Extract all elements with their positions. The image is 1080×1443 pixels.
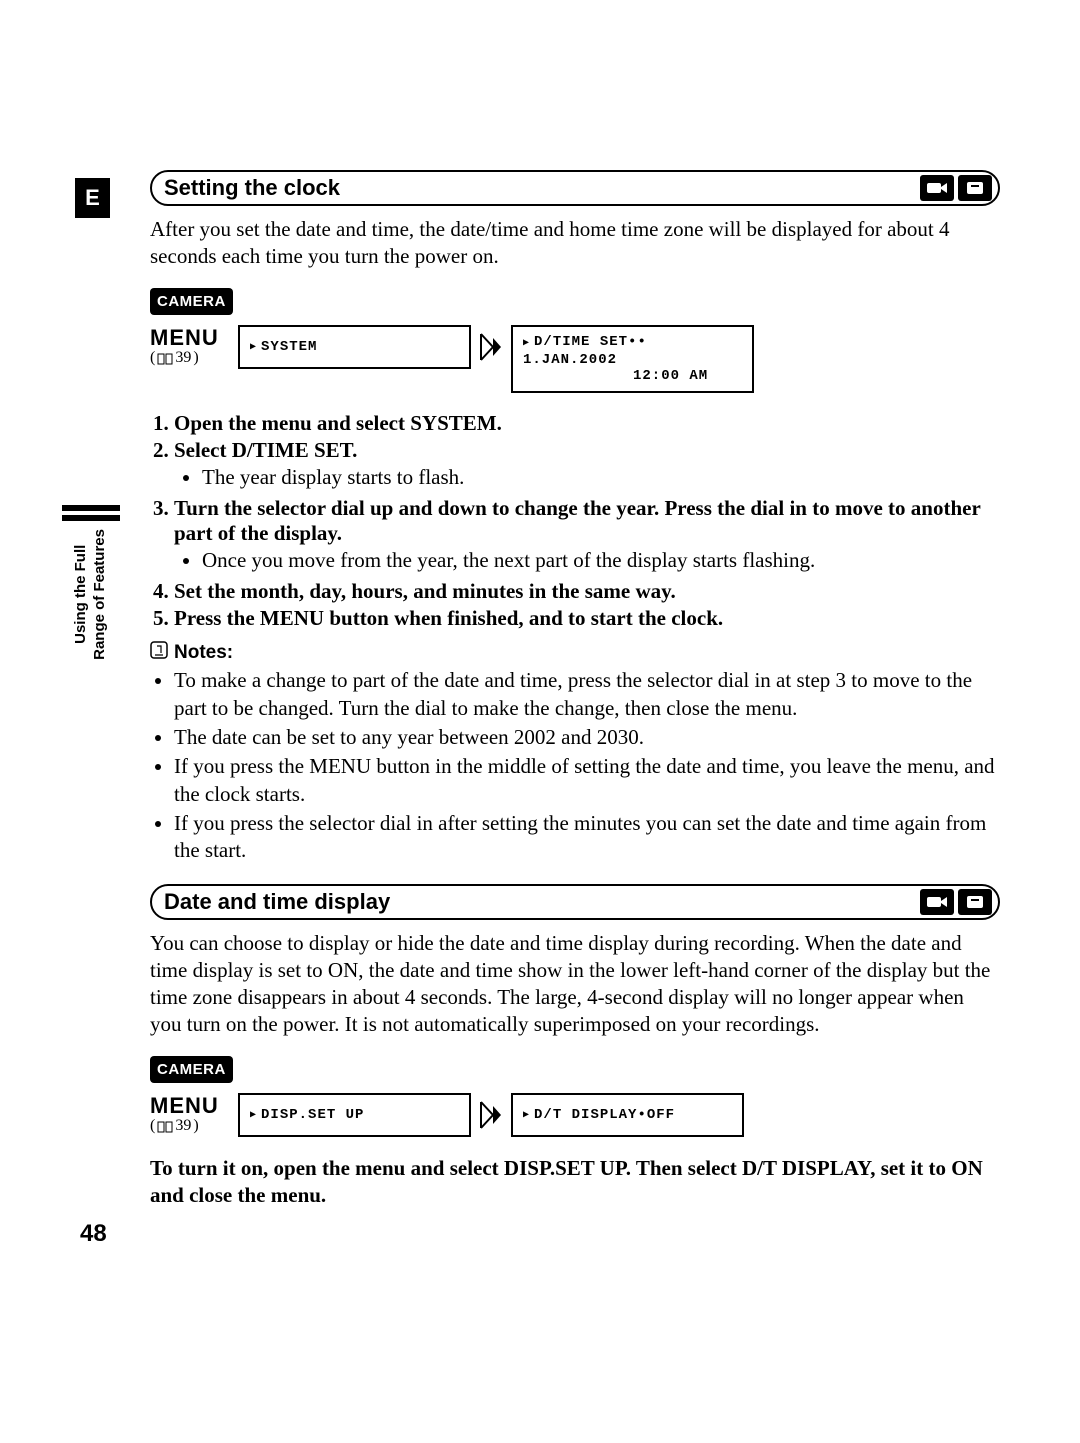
menu-box-text: SYSTEM: [261, 339, 317, 355]
steps-list: Open the menu and select SYSTEM. Select …: [150, 411, 1000, 631]
step-3: Turn the selector dial up and down to ch…: [174, 496, 980, 545]
note-4: If you press the selector dial in after …: [174, 810, 1000, 865]
menu-box-text: DISP.SET UP: [261, 1107, 364, 1123]
menu-label-block: MENU ( 39): [150, 325, 230, 367]
side-bar: [62, 515, 120, 521]
menu-box2-line2: 12:00 AM: [523, 367, 708, 385]
section2-intro: You can choose to display or hide the da…: [150, 930, 1000, 1038]
menu-box-dispsetup: ▶ DISP.SET UP: [238, 1093, 471, 1137]
menu-arrow: [479, 1093, 503, 1137]
triangle-icon: ▶: [250, 1109, 257, 1121]
mode-icons: [920, 889, 992, 915]
menu-box-text: D/T DISPLAY•OFF: [534, 1107, 675, 1123]
notes-label: Notes:: [174, 642, 233, 664]
page-number: 48: [80, 1220, 107, 1248]
side-text-line1: Using the Full: [72, 545, 89, 644]
menu-box-system: ▶ SYSTEM: [238, 325, 471, 369]
menu-arrow: [479, 325, 503, 369]
menu-box-dtime: ▶D/TIME SET•• 1.JAN.2002 12:00 AM: [511, 325, 754, 394]
final-instruction: To turn it on, open the menu and select …: [150, 1155, 1000, 1209]
step-3-bullet: Once you move from the year, the next pa…: [202, 548, 1000, 573]
triangle-icon: ▶: [523, 1109, 530, 1121]
triangle-icon: ▶: [523, 338, 530, 349]
step-2-bullet: The year display starts to flash.: [202, 465, 1000, 490]
notes-list: To make a change to part of the date and…: [150, 667, 1000, 864]
menu-ref: ( 39): [150, 1117, 199, 1135]
section-title: Setting the clock: [164, 175, 920, 201]
menu-ref-page: 39: [175, 1117, 191, 1135]
menu-box-dtdisplay: ▶ D/T DISPLAY•OFF: [511, 1093, 744, 1137]
side-text-line2: Range of Features: [91, 529, 108, 660]
camera-mode-icon: [920, 889, 954, 915]
menu-ref-page: 39: [175, 349, 191, 367]
camera-tag: CAMERA: [150, 288, 233, 315]
card-mode-icon: [958, 889, 992, 915]
book-icon: [157, 1120, 173, 1132]
side-text: Using the Full Range of Features: [72, 529, 110, 660]
menu-ref: ( 39): [150, 349, 199, 367]
camera-mode-icon: [920, 175, 954, 201]
menu-row-1: MENU ( 39) ▶SYSTEM ▶D/TIME SET•• 1.JAN.2…: [150, 325, 1000, 394]
notes-header: Notes:: [150, 641, 1000, 665]
step-1: Open the menu and select SYSTEM.: [174, 411, 502, 435]
section-title-2: Date and time display: [164, 889, 920, 915]
mode-icons: [920, 175, 992, 201]
menu-label: MENU: [150, 1093, 219, 1119]
note-1: To make a change to part of the date and…: [174, 667, 1000, 722]
note-3: If you press the MENU button in the midd…: [174, 753, 1000, 808]
step-2: Select D/TIME SET.: [174, 438, 357, 462]
side-marker: Using the Full Range of Features: [62, 505, 120, 660]
section1-intro: After you set the date and time, the dat…: [150, 216, 1000, 270]
menu-row-2: MENU ( 39) ▶ DISP.SET UP ▶ D/T DISPLAY•OFF: [150, 1093, 1000, 1137]
step-4: Set the month, day, hours, and minutes i…: [174, 579, 676, 603]
section-header-clock: Setting the clock: [150, 170, 1000, 206]
step-5: Press the MENU button when finished, and…: [174, 606, 723, 630]
menu-label-block: MENU ( 39): [150, 1093, 230, 1135]
menu-box2-line1: D/TIME SET•• 1.JAN.2002: [523, 334, 647, 368]
note-2: The date can be set to any year between …: [174, 724, 1000, 751]
note-icon: [150, 641, 168, 665]
section-header-datetime: Date and time display: [150, 884, 1000, 920]
side-bar: [62, 505, 120, 511]
triangle-icon: ▶: [250, 341, 257, 353]
camera-tag-2: CAMERA: [150, 1056, 233, 1083]
menu-label: MENU: [150, 325, 219, 351]
book-icon: [157, 352, 173, 364]
card-mode-icon: [958, 175, 992, 201]
language-tab: E: [75, 178, 110, 218]
